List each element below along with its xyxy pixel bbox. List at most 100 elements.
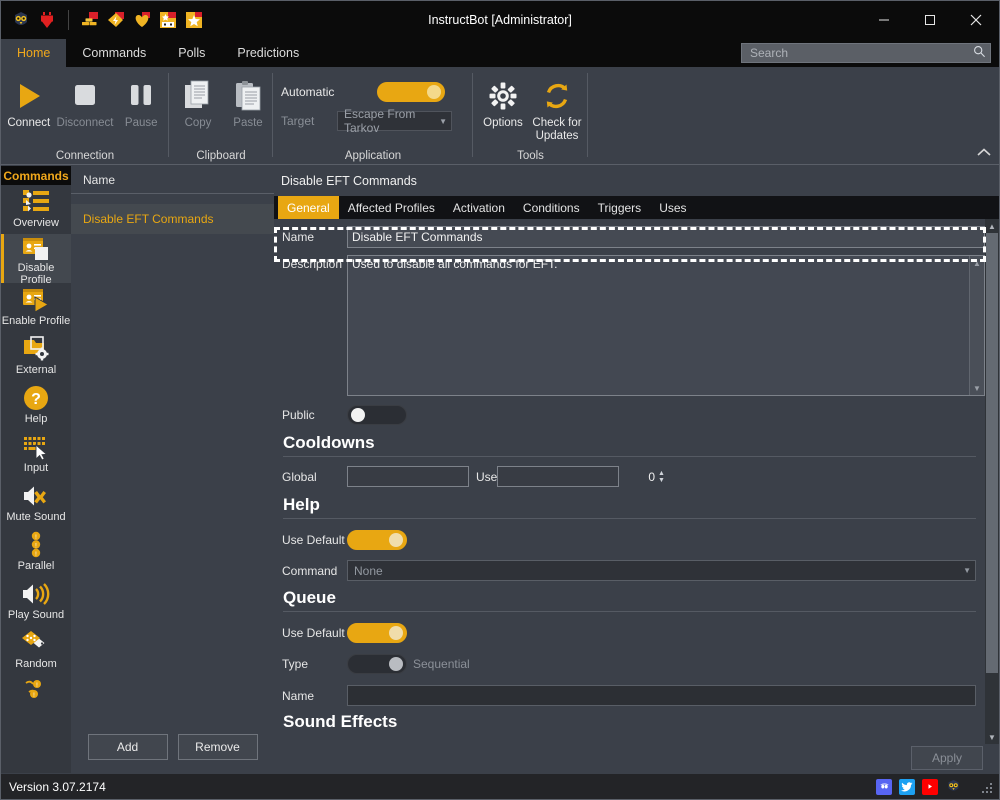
gold-bars-icon[interactable]	[78, 8, 102, 32]
chevron-down-icon[interactable]: ▼	[970, 381, 984, 395]
sidebar-label-play-sound: Play Sound	[7, 609, 65, 621]
target-combobox[interactable]: Escape From Tarkov ▼	[337, 107, 452, 135]
help-use-default-row: Use Default	[274, 530, 985, 550]
star-badge-icon[interactable]	[182, 8, 206, 32]
svg-text:?: ?	[31, 391, 41, 408]
owl-logo-icon[interactable]	[945, 779, 961, 795]
chevron-up-icon[interactable]	[977, 146, 991, 160]
toolbar-separator	[68, 10, 69, 30]
resize-grip-icon[interactable]	[982, 783, 994, 795]
sidebar-label-external: External	[15, 364, 57, 376]
external-gear-icon	[22, 334, 50, 364]
title-bar: InstructBot [Administrator]	[1, 1, 999, 39]
sidebar-item-overview[interactable]: Overview	[1, 185, 71, 234]
list-column-header-name: Name	[71, 166, 274, 194]
search-icon[interactable]	[973, 45, 986, 61]
search-input[interactable]	[748, 45, 973, 61]
list-item[interactable]: Disable EFT Commands	[71, 204, 274, 234]
description-scrollbar[interactable]: ▲ ▼	[969, 256, 984, 395]
ribbon-tab-commands[interactable]: Commands	[66, 39, 162, 67]
ribbon-group-clipboard: Copy Paste Clipboard	[169, 67, 273, 165]
ribbon-tab-predictions[interactable]: Predictions	[221, 39, 315, 67]
tab-conditions[interactable]: Conditions	[514, 196, 589, 219]
user-cooldown-input[interactable]	[498, 468, 658, 485]
description-label: Description	[282, 257, 343, 271]
paste-button[interactable]: Paste	[223, 73, 273, 130]
close-button[interactable]	[953, 1, 999, 39]
ribbon-group-application: Automatic Target Escape From Tarkov ▼ Ap…	[273, 67, 473, 165]
sidebar-item-random[interactable]: Random	[1, 626, 71, 675]
connect-button[interactable]: Connect	[1, 73, 57, 130]
maximize-button[interactable]	[907, 1, 953, 39]
sidebar-item-external[interactable]: External	[1, 332, 71, 381]
add-button[interactable]: Add	[87, 734, 168, 760]
help-command-combobox[interactable]: None ▼	[347, 560, 976, 581]
sidebar-item-help[interactable]: ? Help	[1, 381, 71, 430]
help-use-default-toggle[interactable]	[347, 530, 407, 550]
user-cooldown-stepper[interactable]: ▲▼	[497, 466, 665, 487]
remove-button[interactable]: Remove	[177, 734, 258, 760]
group-title-clipboard: Clipboard	[196, 150, 246, 162]
group-title-connection: Connection	[55, 150, 115, 162]
youtube-icon[interactable]	[922, 778, 938, 795]
bolt-tag-icon[interactable]	[104, 8, 128, 32]
dice-icon	[21, 628, 51, 658]
copy-icon	[183, 75, 213, 117]
sidebar-item-parallel[interactable]: ! ! ! Parallel	[1, 528, 71, 577]
minimize-button[interactable]	[861, 1, 907, 39]
sequential-icon: ! !	[23, 677, 49, 707]
global-cooldown-stepper[interactable]: ▲▼	[347, 466, 515, 487]
sidebar-item-input[interactable]: Input	[1, 430, 71, 479]
chevron-up-icon[interactable]: ▲	[985, 219, 999, 233]
search-box[interactable]	[741, 43, 991, 63]
sidebar-item-disable-profile[interactable]: Disable Profile	[1, 234, 71, 286]
twitter-icon[interactable]	[899, 778, 915, 795]
check-for-updates-button[interactable]: Check for Updates	[529, 73, 585, 143]
tab-activation[interactable]: Activation	[444, 196, 514, 219]
ribbon-tab-polls[interactable]: Polls	[162, 39, 221, 67]
disconnect-label: Disconnect	[56, 117, 114, 129]
sidebar-item-mute-sound[interactable]: Mute Sound	[1, 479, 71, 528]
discord-icon[interactable]	[876, 778, 892, 795]
sidebar-item-play-sound[interactable]: Play Sound	[1, 577, 71, 626]
automatic-toggle[interactable]	[377, 82, 445, 102]
status-bar: Version 3.07.2174	[1, 774, 999, 799]
profile-enable-icon	[21, 285, 51, 315]
cooldowns-row: Global ▲▼ User ▲▼	[274, 466, 985, 487]
ribbon-group-tools: Options Check for Updates Tools	[473, 67, 588, 165]
heart-icon[interactable]	[130, 8, 154, 32]
chevron-down-icon[interactable]: ▼	[985, 730, 999, 744]
tab-uses[interactable]: Uses	[650, 196, 695, 219]
apply-button[interactable]: Apply	[911, 746, 983, 770]
sidebar-item-enable-profile[interactable]: Enable Profile	[1, 283, 71, 332]
plug-icon[interactable]	[35, 8, 59, 32]
public-toggle[interactable]	[347, 405, 407, 425]
tab-affected-profiles[interactable]: Affected Profiles	[339, 196, 444, 219]
scrollbar-thumb[interactable]	[986, 233, 998, 673]
queue-type-toggle[interactable]	[347, 654, 407, 674]
section-cooldowns: Cooldowns	[283, 433, 375, 452]
sidebar-header: Commands	[1, 166, 71, 185]
description-row: Description Used to disable all commands…	[274, 255, 985, 396]
queue-use-default-toggle[interactable]	[347, 623, 407, 643]
copy-button[interactable]: Copy	[173, 73, 223, 130]
tab-general[interactable]: General	[278, 196, 339, 219]
name-input[interactable]	[347, 226, 985, 248]
stop-icon	[68, 75, 102, 117]
help-use-default-label: Use Default	[282, 533, 345, 547]
disconnect-button[interactable]: Disconnect	[56, 73, 114, 130]
sticker-star-icon[interactable]	[156, 8, 180, 32]
stepper-arrows[interactable]: ▲▼	[658, 470, 665, 484]
ribbon-tab-home[interactable]: Home	[1, 39, 67, 67]
pause-button[interactable]: Pause	[113, 73, 169, 130]
owl-logo-icon[interactable]	[9, 8, 33, 32]
queue-name-input[interactable]	[347, 685, 976, 706]
options-button[interactable]: Options	[477, 73, 529, 130]
description-textarea[interactable]: Used to disable all commands for EFT.	[347, 255, 985, 396]
section-divider	[283, 611, 976, 612]
tab-triggers[interactable]: Triggers	[589, 196, 651, 219]
chevron-up-icon[interactable]: ▲	[970, 256, 984, 270]
detail-panel-scrollbar[interactable]: ▲ ▼	[985, 219, 999, 744]
sidebar-item-sequential[interactable]: ! !	[1, 675, 71, 724]
section-divider	[283, 518, 976, 519]
